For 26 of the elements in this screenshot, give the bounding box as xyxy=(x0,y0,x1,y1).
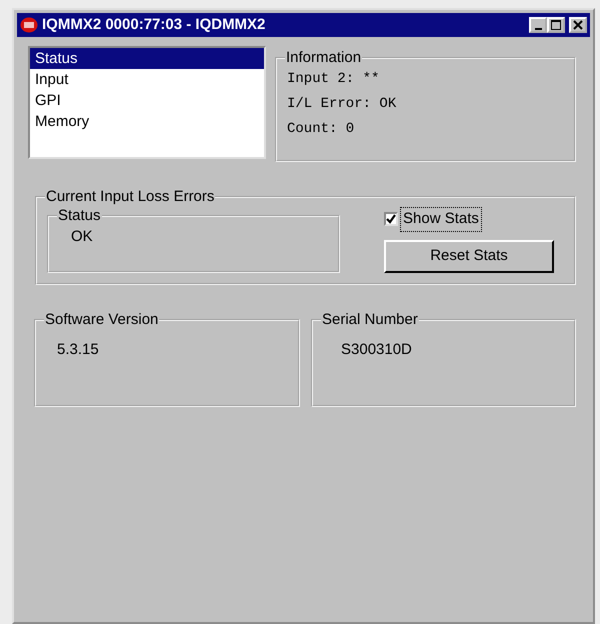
group-title: Status xyxy=(57,207,102,224)
window-title: IQMMX2 0000:77:03 - IQDMMX2 xyxy=(42,14,266,35)
list-item[interactable]: Input xyxy=(30,69,264,90)
group-title: Serial Number xyxy=(321,311,419,328)
info-line: Input 2: ** xyxy=(287,71,380,87)
show-stats-label[interactable]: Show Stats xyxy=(400,207,482,232)
software-version-value: 5.3.15 xyxy=(56,340,99,360)
close-icon xyxy=(573,20,583,30)
maximize-button[interactable] xyxy=(547,17,565,33)
close-button[interactable] xyxy=(569,17,587,33)
group-title: Software Version xyxy=(44,311,160,328)
group-title: Current Input Loss Errors xyxy=(45,188,216,205)
show-stats-checkbox[interactable] xyxy=(384,212,398,226)
list-item[interactable]: GPI xyxy=(30,90,264,111)
list-item[interactable]: Memory xyxy=(30,111,264,132)
group-title: Information xyxy=(285,49,362,66)
app-icon xyxy=(20,17,38,33)
reset-stats-button[interactable]: Reset Stats xyxy=(384,240,554,272)
minimize-icon xyxy=(534,28,542,30)
minimize-button[interactable] xyxy=(529,17,547,33)
list-item[interactable]: Status xyxy=(30,48,264,69)
maximize-icon xyxy=(551,20,561,30)
status-value: OK xyxy=(70,227,93,247)
info-line: I/L Error: OK xyxy=(287,96,396,112)
info-line: Count: 0 xyxy=(287,121,354,137)
serial-number-value: S300310D xyxy=(340,340,412,360)
